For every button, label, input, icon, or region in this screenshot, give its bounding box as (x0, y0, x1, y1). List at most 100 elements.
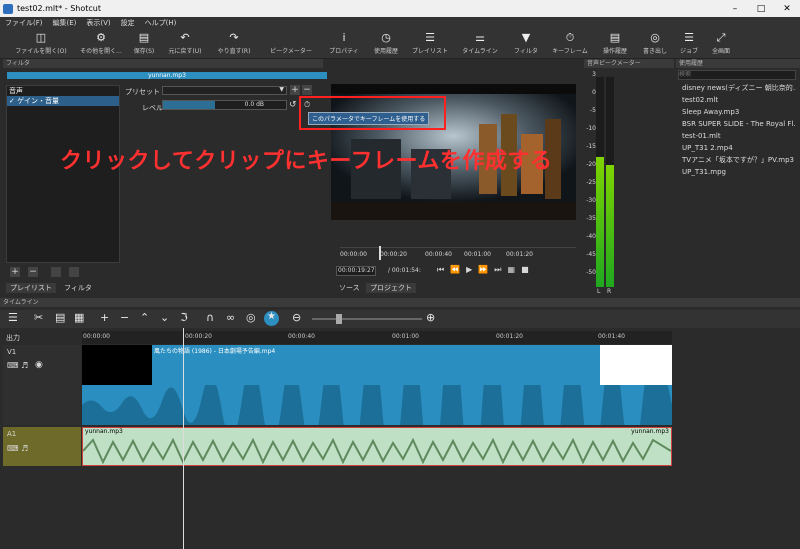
filter-list-item[interactable]: ✓ ゲイン・音量 (7, 96, 119, 106)
menu-help[interactable]: ヘルプ(H) (140, 18, 182, 28)
recent-search-input[interactable] (678, 70, 796, 80)
ripple-icon[interactable]: ◎ (246, 311, 256, 324)
current-time-field[interactable]: 00:00:19:27 (336, 266, 376, 276)
redo-button[interactable]: ↷ やり直す(R) (214, 30, 254, 58)
tab-project[interactable]: プロジェクト (366, 283, 416, 293)
player-playhead[interactable] (379, 246, 381, 260)
maximize-button[interactable]: □ (748, 0, 774, 17)
menu-bar: ファイル(F) 編集(E) 表示(V) 設定 ヘルプ(H) (0, 17, 800, 29)
menu-edit[interactable]: 編集(E) (48, 18, 82, 28)
peak-meter-button[interactable]: ピークメーター (268, 30, 314, 58)
list-item[interactable]: test02.mlt (678, 94, 796, 106)
scrub-icon[interactable]: ∞ (226, 311, 235, 324)
playlist-button[interactable]: ☰ プレイリスト (410, 30, 450, 58)
zoom-out-icon[interactable]: ⊖ (292, 311, 301, 324)
menu-view[interactable]: 表示(V) (81, 18, 115, 28)
level-slider-fill (163, 101, 215, 109)
list-item[interactable]: TVアニメ「坂本ですが？」PV.mp3 (678, 154, 796, 166)
ripple-all-icon[interactable]: ★ (264, 311, 279, 326)
list-item[interactable]: UP_T31 2.mp4 (678, 142, 796, 154)
minimize-button[interactable]: – (722, 0, 748, 17)
split-icon[interactable]: ℑ (180, 311, 188, 324)
timeline-playhead[interactable] (183, 328, 184, 549)
preset-select[interactable]: ▼ (162, 86, 287, 95)
meter-right-label: R (607, 288, 612, 295)
undo-button[interactable]: ↶ 元に戻す(U) (165, 30, 205, 58)
remove-filter-button[interactable]: − (28, 267, 38, 277)
recent-icon: ◷ (381, 31, 391, 44)
audio-meter-panel: 音声ピークメーター 3 0 -5 -10 -15 -20 -25 -30 -35 -40 -45 -5… (584, 59, 674, 295)
list-item[interactable]: BSR SUPER SLIDE - The Royal Fl... (678, 118, 796, 130)
zoom-in-icon[interactable]: ⊕ (426, 311, 435, 324)
lock-icon[interactable]: ⌨ (7, 361, 19, 370)
paste-filter-button[interactable] (69, 267, 79, 277)
mute-icon[interactable]: ♬ (21, 444, 28, 453)
snap-icon[interactable]: ∩ (206, 311, 214, 324)
filter-icon: ▼ (521, 31, 531, 44)
append-icon[interactable]: + (100, 311, 109, 324)
paste-icon[interactable]: ▦ (74, 311, 84, 324)
meter-left-label: L (597, 288, 601, 295)
tab-source[interactable]: ソース (335, 283, 364, 293)
zoom-slider[interactable] (312, 314, 422, 324)
track-header-a1[interactable]: A1 ⌨ ♬ (3, 427, 81, 466)
timeline-button[interactable]: ⚌ タイムライン (460, 30, 500, 58)
play-icon[interactable]: ▶ (466, 265, 478, 274)
list-item[interactable]: test-01.mlt (678, 130, 796, 142)
track-header-v1[interactable]: V1 ⌨ ♬ ◉ (3, 345, 81, 425)
timeline-icon: ⚌ (475, 31, 485, 44)
tab-playlist[interactable]: プレイリスト (6, 283, 56, 293)
annotation-caption: クリックしてクリップにキーフレームを作成する (60, 149, 553, 174)
list-item[interactable]: Sleep Away.mp3 (678, 106, 796, 118)
lock-icon[interactable]: ⌨ (7, 444, 19, 453)
menu-file[interactable]: ファイル(F) (0, 18, 48, 28)
menu-icon[interactable]: ☰ (8, 311, 18, 324)
player-ruler[interactable]: 00:00:00 00:00:20 00:00:40 00:01:00 00:0… (340, 246, 576, 261)
keyframe-button[interactable]: ⏱ キーフレーム (550, 30, 590, 58)
open-other-button[interactable]: ⚙ その他を開く... (76, 30, 126, 58)
grid-icon[interactable]: ▦ (508, 265, 522, 274)
properties-button[interactable]: i プロパティ (324, 30, 364, 58)
level-label: レベル (142, 104, 163, 112)
clip-name-bar: yunnan.mp3 (7, 72, 327, 79)
history-button[interactable]: ▤ 操作履歴 (595, 30, 635, 58)
add-filter-button[interactable]: + (10, 267, 20, 277)
tab-filter[interactable]: フィルタ (60, 283, 96, 293)
list-item[interactable]: disney news(ディズニー 朝比奈的... (678, 82, 796, 94)
skip-previous-icon[interactable]: ⏮ (437, 265, 450, 274)
remove-preset-button[interactable]: − (302, 85, 312, 95)
overwrite-icon[interactable]: ⌄ (160, 311, 169, 324)
timeline-ruler[interactable]: 00:00:00 00:00:20 00:00:40 00:01:00 00:0… (82, 331, 672, 344)
volume-icon[interactable]: ■ (521, 265, 535, 274)
menu-settings[interactable]: 設定 (116, 18, 140, 28)
meter-right-channel (606, 77, 614, 287)
recent-button[interactable]: ◷ 使用履歴 (366, 30, 406, 58)
eye-icon[interactable]: ◉ (35, 360, 43, 370)
list-item[interactable]: UP_T31.mpg (678, 166, 796, 178)
rewind-icon[interactable]: ⏪ (450, 265, 466, 274)
fast-forward-icon[interactable]: ⏩ (478, 265, 494, 274)
audio-meter-title: 音声ピークメーター (584, 59, 674, 68)
level-slider[interactable]: 0.0 dB (162, 100, 287, 110)
fullscreen-button[interactable]: ⤢ 全画面 (701, 30, 741, 58)
remove-icon[interactable]: − (120, 311, 129, 324)
skip-next-icon[interactable]: ⏭ (494, 265, 507, 274)
checkbox-icon[interactable]: ✓ (9, 97, 17, 105)
mute-icon[interactable]: ♬ (21, 361, 28, 370)
add-preset-button[interactable]: + (290, 85, 300, 95)
zoom-slider-handle[interactable] (336, 314, 342, 324)
title-bar: test02.mlt* - Shotcut – □ ✕ (0, 0, 800, 17)
filter-button[interactable]: ▼ フィルタ (506, 30, 546, 58)
lift-icon[interactable]: ⌃ (140, 311, 149, 324)
copy-filter-button[interactable] (51, 267, 61, 277)
audio-clip[interactable]: yunnan.mp3 yunnan.mp3 (82, 427, 672, 466)
video-clip[interactable]: 風たちの物語 (1986) - 日本劇場予告編.mp4 (82, 345, 672, 425)
open-file-button[interactable]: ◫ ファイルを開く(O) (15, 30, 66, 58)
recent-panel: 使用履歴 disney news(ディズニー 朝比奈的... test02.ml… (676, 59, 800, 295)
reset-icon[interactable]: ↺ (289, 100, 297, 110)
close-button[interactable]: ✕ (774, 0, 800, 17)
meter-scale-tick: -15 (586, 143, 596, 150)
save-button[interactable]: ▤ 保存(S) (124, 30, 164, 58)
cut-icon[interactable]: ✂ (34, 311, 43, 324)
copy-icon[interactable]: ▤ (55, 311, 65, 324)
